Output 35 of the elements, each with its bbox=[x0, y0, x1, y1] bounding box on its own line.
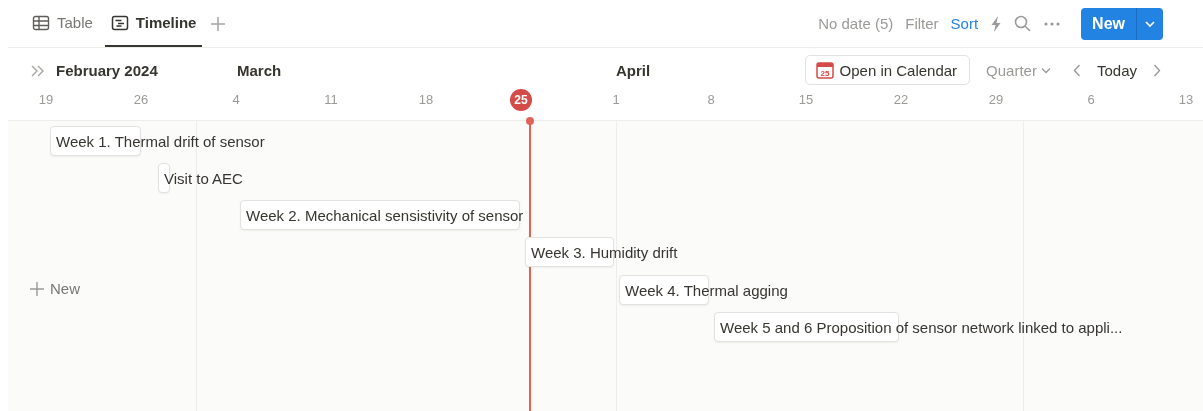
month-label: February 2024 bbox=[56, 62, 158, 79]
open-in-calendar-button[interactable]: 25 Open in Calendar bbox=[804, 55, 971, 85]
calendar-icon: 25 bbox=[815, 61, 834, 79]
item-title[interactable]: Visit to AEC bbox=[164, 163, 243, 195]
new-item-button[interactable]: New bbox=[30, 280, 80, 297]
week-date-label: 13 bbox=[1177, 91, 1195, 109]
week-date-label: 18 bbox=[417, 91, 435, 109]
week-date-label: 19 bbox=[37, 91, 55, 109]
week-date-label: 8 bbox=[706, 91, 716, 109]
view-tab[interactable]: Table bbox=[26, 0, 99, 47]
item-title[interactable]: Week 5 and 6 Proposition of sensor network linked to appli... bbox=[720, 312, 1123, 344]
lightning-icon[interactable] bbox=[990, 14, 1003, 33]
table-icon bbox=[32, 14, 50, 31]
week-date-label: 11 bbox=[323, 91, 339, 109]
week-date-label: 26 bbox=[132, 91, 150, 109]
sort-button[interactable]: Sort bbox=[944, 15, 985, 32]
timeline-icon bbox=[110, 14, 129, 31]
week-date-label: 1 bbox=[611, 91, 621, 109]
item-title[interactable]: Week 1. Thermal drift of sensor bbox=[56, 126, 265, 158]
more-icon[interactable] bbox=[1043, 20, 1062, 27]
week-date-label: 6 bbox=[1086, 91, 1096, 109]
plus-icon bbox=[30, 281, 44, 296]
item-title[interactable]: Week 2. Mechanical sensistivity of sensor bbox=[246, 200, 524, 232]
chevron-down-icon bbox=[1144, 19, 1156, 28]
week-date-label: 29 bbox=[987, 91, 1005, 109]
search-icon[interactable] bbox=[1014, 15, 1032, 32]
item-title[interactable]: Week 4. Thermal agging bbox=[625, 275, 788, 307]
item-title[interactable]: Week 3. Humidity drift bbox=[531, 237, 678, 269]
week-date-label: 15 bbox=[797, 91, 815, 109]
month-label: March bbox=[237, 62, 282, 79]
week-date-label: 4 bbox=[231, 91, 241, 109]
month-label: April bbox=[616, 62, 651, 79]
week-date-label: 22 bbox=[892, 91, 910, 109]
today-button[interactable]: Today bbox=[1092, 61, 1141, 79]
chevron-down-icon bbox=[1040, 66, 1051, 74]
